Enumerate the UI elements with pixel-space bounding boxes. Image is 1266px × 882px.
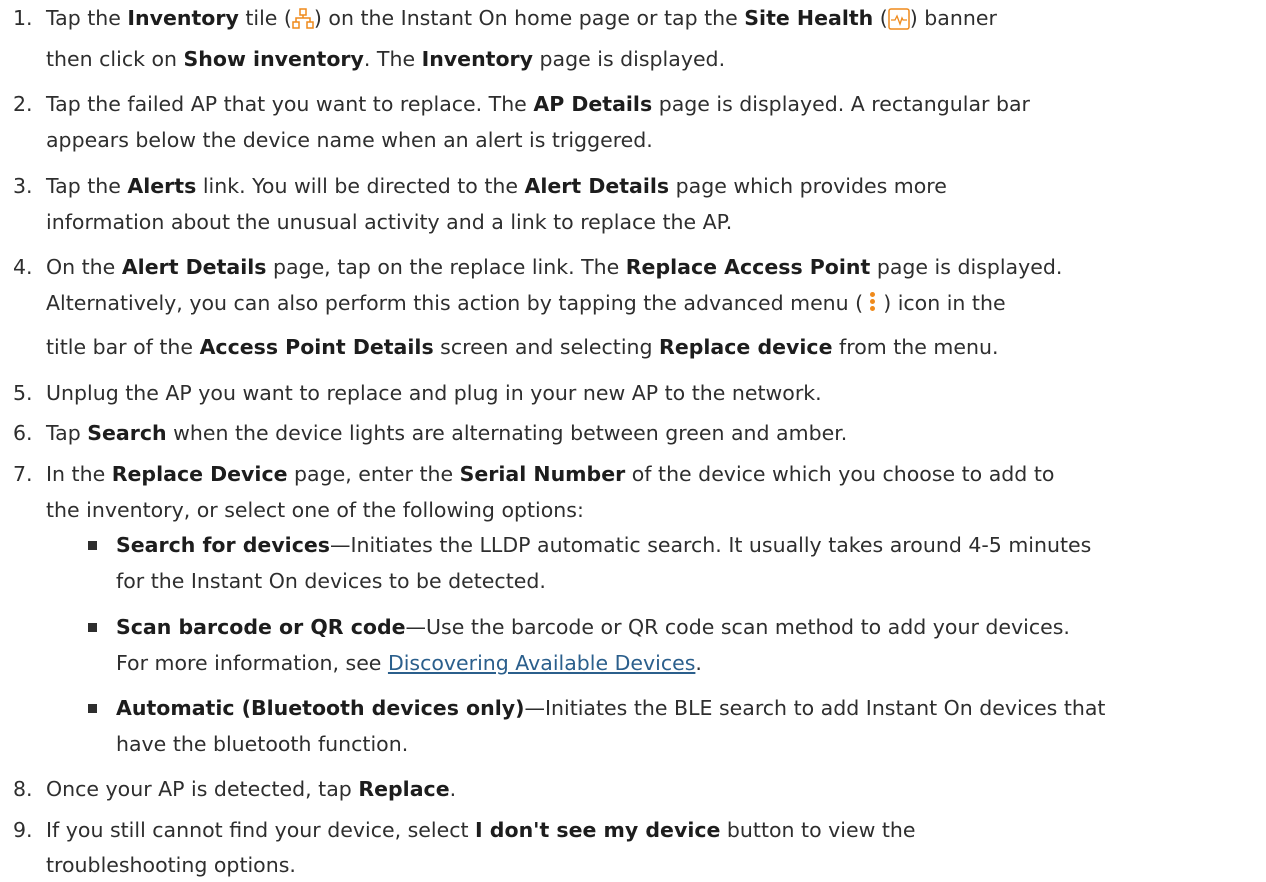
step-number: 2. [13, 92, 33, 116]
step-number: 6. [13, 421, 33, 445]
step-number: 3. [13, 174, 33, 198]
step-3-line-2: information about the unusual activity a… [46, 210, 733, 234]
step-1-line-2: then click on Show inventory. The Invent… [46, 47, 726, 71]
step-6-line-1: Tap Search when the device lights are al… [46, 421, 848, 445]
bullet-marker [88, 623, 97, 632]
step-7-line-2: the inventory, or select one of the foll… [46, 498, 584, 522]
step-3-line-1: Tap the Alerts link. You will be directe… [46, 174, 947, 198]
step-4-line-3: title bar of the Access Point Details sc… [46, 335, 999, 359]
bullet-2-line-1: Scan barcode or QR code—Use the barcode … [116, 615, 1070, 639]
step-8-line-1: Once your AP is detected, tap Replace. [46, 777, 457, 801]
inventory-icon [292, 8, 314, 29]
step-number: 7. [13, 462, 33, 486]
step-number: 1. [13, 6, 33, 30]
bullet-2-line-2: For more information, see Discovering Av… [116, 651, 702, 675]
step-number: 4. [13, 255, 33, 279]
site-health-icon [888, 8, 910, 30]
step-9-line-1: If you still cannot find your device, se… [46, 818, 916, 842]
step-number: 8. [13, 777, 33, 801]
step-2-line-1: Tap the failed AP that you want to repla… [46, 92, 1030, 116]
step-5-line-1: Unplug the AP you want to replace and pl… [46, 381, 822, 405]
discovering-devices-link[interactable]: Discovering Available Devices [388, 651, 695, 675]
document: 1. Tap the Inventory tile () on the Inst… [0, 0, 1266, 882]
bullet-3-line-2: have the bluetooth function. [116, 732, 409, 756]
step-9-line-2: troubleshooting options. [46, 853, 296, 877]
step-number: 5. [13, 381, 33, 405]
step-4-line-2: Alternatively, you can also perform this… [46, 290, 1006, 315]
bullet-marker [88, 704, 97, 713]
bullet-3-line-1: Automatic (Bluetooth devices only)—Initi… [116, 696, 1106, 720]
bullet-1-line-2: for the Instant On devices to be detecte… [116, 569, 546, 593]
kebab-menu-icon [870, 290, 876, 313]
step-2-line-2: appears below the device name when an al… [46, 128, 653, 152]
bullet-1-line-1: Search for devices—Initiates the LLDP au… [116, 533, 1092, 557]
bullet-marker [88, 541, 97, 550]
step-1-line-1: Tap the Inventory tile () on the Instant… [46, 6, 997, 30]
step-number: 9. [13, 818, 33, 842]
step-7-line-1: In the Replace Device page, enter the Se… [46, 462, 1055, 486]
step-4-line-1: On the Alert Details page, tap on the re… [46, 255, 1063, 279]
